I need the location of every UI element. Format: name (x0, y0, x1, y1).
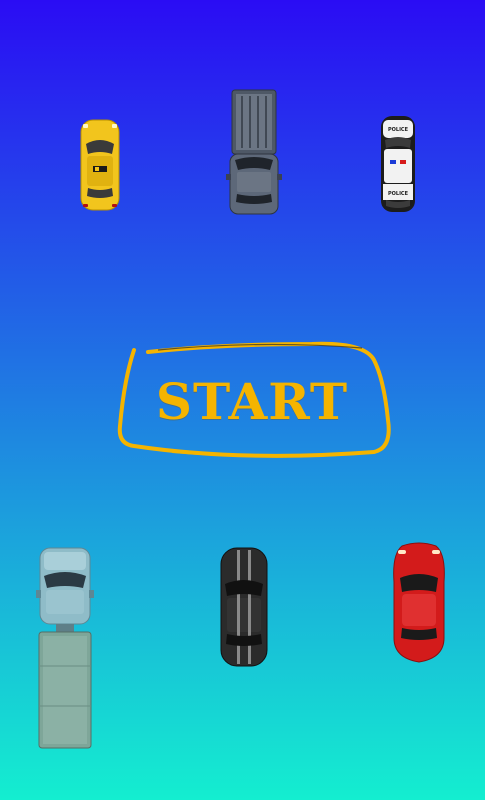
police-hood-text: POLICE (388, 127, 409, 133)
police-trunk-text: POLICE (388, 191, 409, 197)
start-button[interactable]: START (112, 340, 392, 466)
flatbed-truck-icon (36, 547, 94, 749)
start-button-label: START (155, 372, 349, 431)
sports-car-icon (393, 542, 445, 663)
police-car-icon: POLICE POLICE (381, 116, 415, 212)
muscle-car-icon (220, 547, 268, 667)
pickup-truck-icon (226, 89, 282, 215)
taxi-car-icon (80, 119, 120, 211)
game-start-screen: POLICE POLICE START (0, 0, 485, 800)
